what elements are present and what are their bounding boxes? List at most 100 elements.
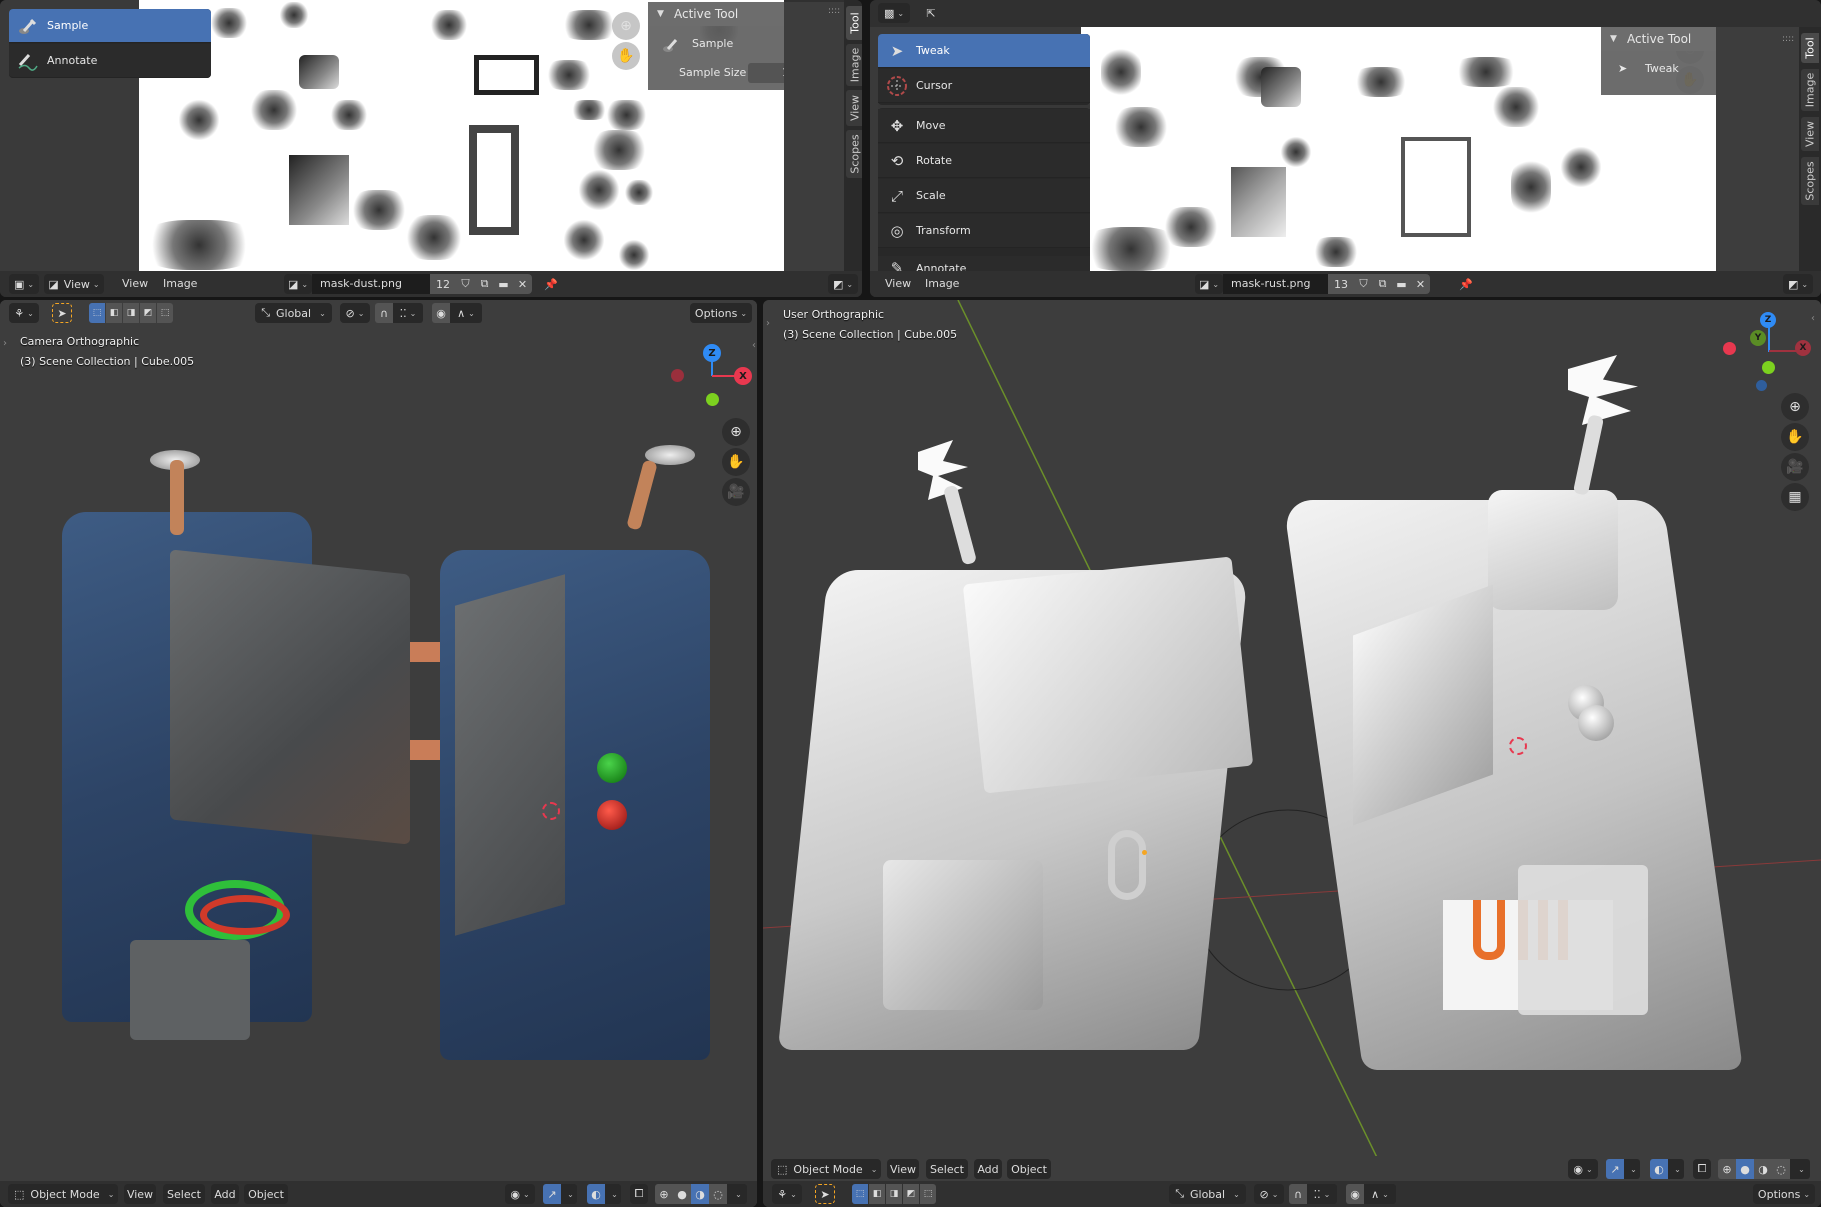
overlays-dropdown[interactable]: ⌄ [1668,1159,1684,1179]
mode-dropdown[interactable]: ⬚ Object Mode ⌄ [8,1184,118,1204]
tool-cursor[interactable]: Cursor [878,69,1090,103]
camera-view-button[interactable]: 🎥 [1781,453,1809,481]
active-tool-header[interactable]: ▼ Active Tool [648,2,784,26]
transformer-model-solid[interactable] [763,300,1821,1207]
tab-tool[interactable]: Tool [846,6,862,40]
unlink-image-button[interactable]: ✕ [513,274,532,294]
menu-object[interactable]: Object [244,1184,288,1204]
tab-image[interactable]: Image [1801,69,1819,111]
select-mode-extend[interactable]: ◧ [869,1184,885,1204]
menu-image[interactable]: Image [163,274,197,294]
view-mode-dropdown[interactable]: ◪ View ⌄ [44,274,104,294]
tool-rotate[interactable]: ⟲ Rotate [878,144,1090,178]
overlays-toggle[interactable]: ◐ [1650,1159,1668,1179]
gizmo-neg-y-axis[interactable] [1762,361,1775,374]
select-tool-button[interactable]: ➤ [815,1184,835,1204]
zoom-view-button[interactable]: ⊕ [1781,393,1809,421]
shading-solid[interactable]: ● [1736,1159,1754,1179]
overlays-toggle[interactable]: ◐ [587,1184,605,1204]
drag-handle-icon[interactable]: :::: [1782,34,1794,44]
open-image-button[interactable]: ▬ [494,274,513,294]
snap-target-dropdown[interactable]: ⁚⁚ ⌄ [1307,1184,1337,1204]
image-name-field[interactable]: mask-rust.png [1223,274,1328,294]
gizmo-toggle[interactable]: ↗ [543,1184,561,1204]
gizmo-y-axis[interactable]: Y [1750,330,1766,346]
image-users-count[interactable]: 13 [1328,274,1354,294]
tool-annotate[interactable]: Annotate [9,44,211,78]
transform-pivot-button[interactable]: ⚘ ⌄ [772,1184,802,1204]
display-channels-dropdown[interactable]: ◩ ⌄ [1783,274,1813,294]
editor-type-button[interactable]: ▣ ⌄ [9,274,39,294]
pin-button[interactable]: 📌 [541,274,561,294]
menu-view[interactable]: View [122,274,148,294]
drag-handle-icon[interactable]: :::: [828,6,840,16]
tool-tweak[interactable]: ➤ Tweak [878,34,1090,68]
menu-add[interactable]: Add [974,1159,1002,1179]
tab-view[interactable]: View [846,90,862,126]
pan-view-button[interactable]: ✋ [612,42,640,70]
shading-dropdown[interactable]: ⌄ [727,1184,747,1204]
tool-sample[interactable]: Sample [9,9,211,43]
menu-view[interactable]: View [887,1159,919,1179]
gizmo-toggle[interactable]: ↗ [1606,1159,1624,1179]
unlink-image-button[interactable]: ✕ [1411,274,1430,294]
3d-viewport-left[interactable]: ⚘ ⌄ ➤ ⬚ ◧ ◨ ◩ ⬚ ⤡ Global ⌄ ⊘ ⌄ ∩ ⁚⁚ ⌄ ◉ ∧ ⌄ Op… [0,300,757,1207]
tab-image[interactable]: Image [846,44,862,86]
select-mode-invert[interactable]: ◩ [903,1184,919,1204]
active-tool-header[interactable]: ▼ Active Tool [1601,27,1716,51]
shading-solid[interactable]: ● [673,1184,691,1204]
menu-add[interactable]: Add [211,1184,239,1204]
options-dropdown[interactable]: Options ⌄ [1753,1184,1815,1204]
visibility-dropdown[interactable]: ◉ ⌄ [505,1184,535,1204]
shading-rendered[interactable]: ◌ [1772,1159,1790,1179]
tab-tool[interactable]: Tool [1801,33,1819,63]
toggle-ortho-button[interactable]: ▦ [1781,483,1809,511]
gizmo-neg-x-axis[interactable] [1723,342,1736,355]
menu-select[interactable]: Select [926,1159,968,1179]
pin-button[interactable]: 📌 [1456,274,1476,294]
proportional-editing-toggle[interactable]: ◉ [1346,1184,1364,1204]
mode-dropdown[interactable]: ⬚ Object Mode ⌄ [771,1159,881,1179]
3d-viewport-right[interactable]: › User Orthographic (3) Scene Collection… [763,300,1821,1207]
menu-object[interactable]: Object [1007,1159,1051,1179]
snap-toggle[interactable]: ∩ [1289,1184,1307,1204]
editor-type-button[interactable]: ▩ ⌄ [878,3,910,23]
tab-scopes[interactable]: Scopes [846,130,862,178]
fake-user-button[interactable]: ⛉ [1354,274,1373,294]
pan-view-button[interactable]: ✋ [1781,423,1809,451]
pivot-point-dropdown[interactable]: ⊘ ⌄ [1254,1184,1284,1204]
gizmo-x-axis[interactable]: X [1795,340,1811,356]
menu-view[interactable]: View [885,274,911,294]
gizmo-z-axis[interactable]: Z [1760,312,1776,328]
shading-rendered[interactable]: ◌ [709,1184,727,1204]
gizmo-neg-z-axis[interactable] [1756,380,1767,391]
zoom-view-button[interactable]: ⊕ [612,12,640,40]
shading-material-preview[interactable]: ◑ [691,1184,709,1204]
overlays-dropdown[interactable]: ⌄ [605,1184,621,1204]
visibility-dropdown[interactable]: ◉ ⌄ [1568,1159,1598,1179]
fake-user-button[interactable]: ⛉ [456,274,475,294]
shading-wireframe[interactable]: ⊕ [1718,1159,1736,1179]
select-mode-new[interactable]: ⬚ [852,1184,868,1204]
shading-wireframe[interactable]: ⊕ [655,1184,673,1204]
display-channels-dropdown[interactable]: ◩ ⌄ [828,274,858,294]
menu-image[interactable]: Image [925,274,959,294]
select-mode-intersect[interactable]: ⬚ [920,1184,936,1204]
menu-view[interactable]: View [124,1184,156,1204]
transformer-model-textured[interactable] [0,300,757,1207]
shading-material-preview[interactable]: ◑ [1754,1159,1772,1179]
browse-image-button[interactable]: ◪ ⌄ [284,274,312,294]
duplicate-image-button[interactable]: ⧉ [1373,274,1392,294]
gizmo-dropdown[interactable]: ⌄ [1624,1159,1640,1179]
select-mode-subtract[interactable]: ◨ [886,1184,902,1204]
tool-transform[interactable]: ◎ Transform [878,214,1090,248]
navigation-gizmo[interactable]: Y Z X [1723,310,1818,391]
menu-select[interactable]: Select [163,1184,205,1204]
tool-move[interactable]: ✥ Move [878,109,1090,143]
image-users-count[interactable]: 12 [430,274,456,294]
xray-toggle[interactable]: ⧠ [1693,1159,1711,1179]
tool-scale[interactable]: ⤢ Scale [878,179,1090,213]
transform-orientation-dropdown[interactable]: ⤡ Global ⌄ [1169,1184,1246,1204]
open-image-button[interactable]: ▬ [1392,274,1411,294]
duplicate-image-button[interactable]: ⧉ [475,274,494,294]
